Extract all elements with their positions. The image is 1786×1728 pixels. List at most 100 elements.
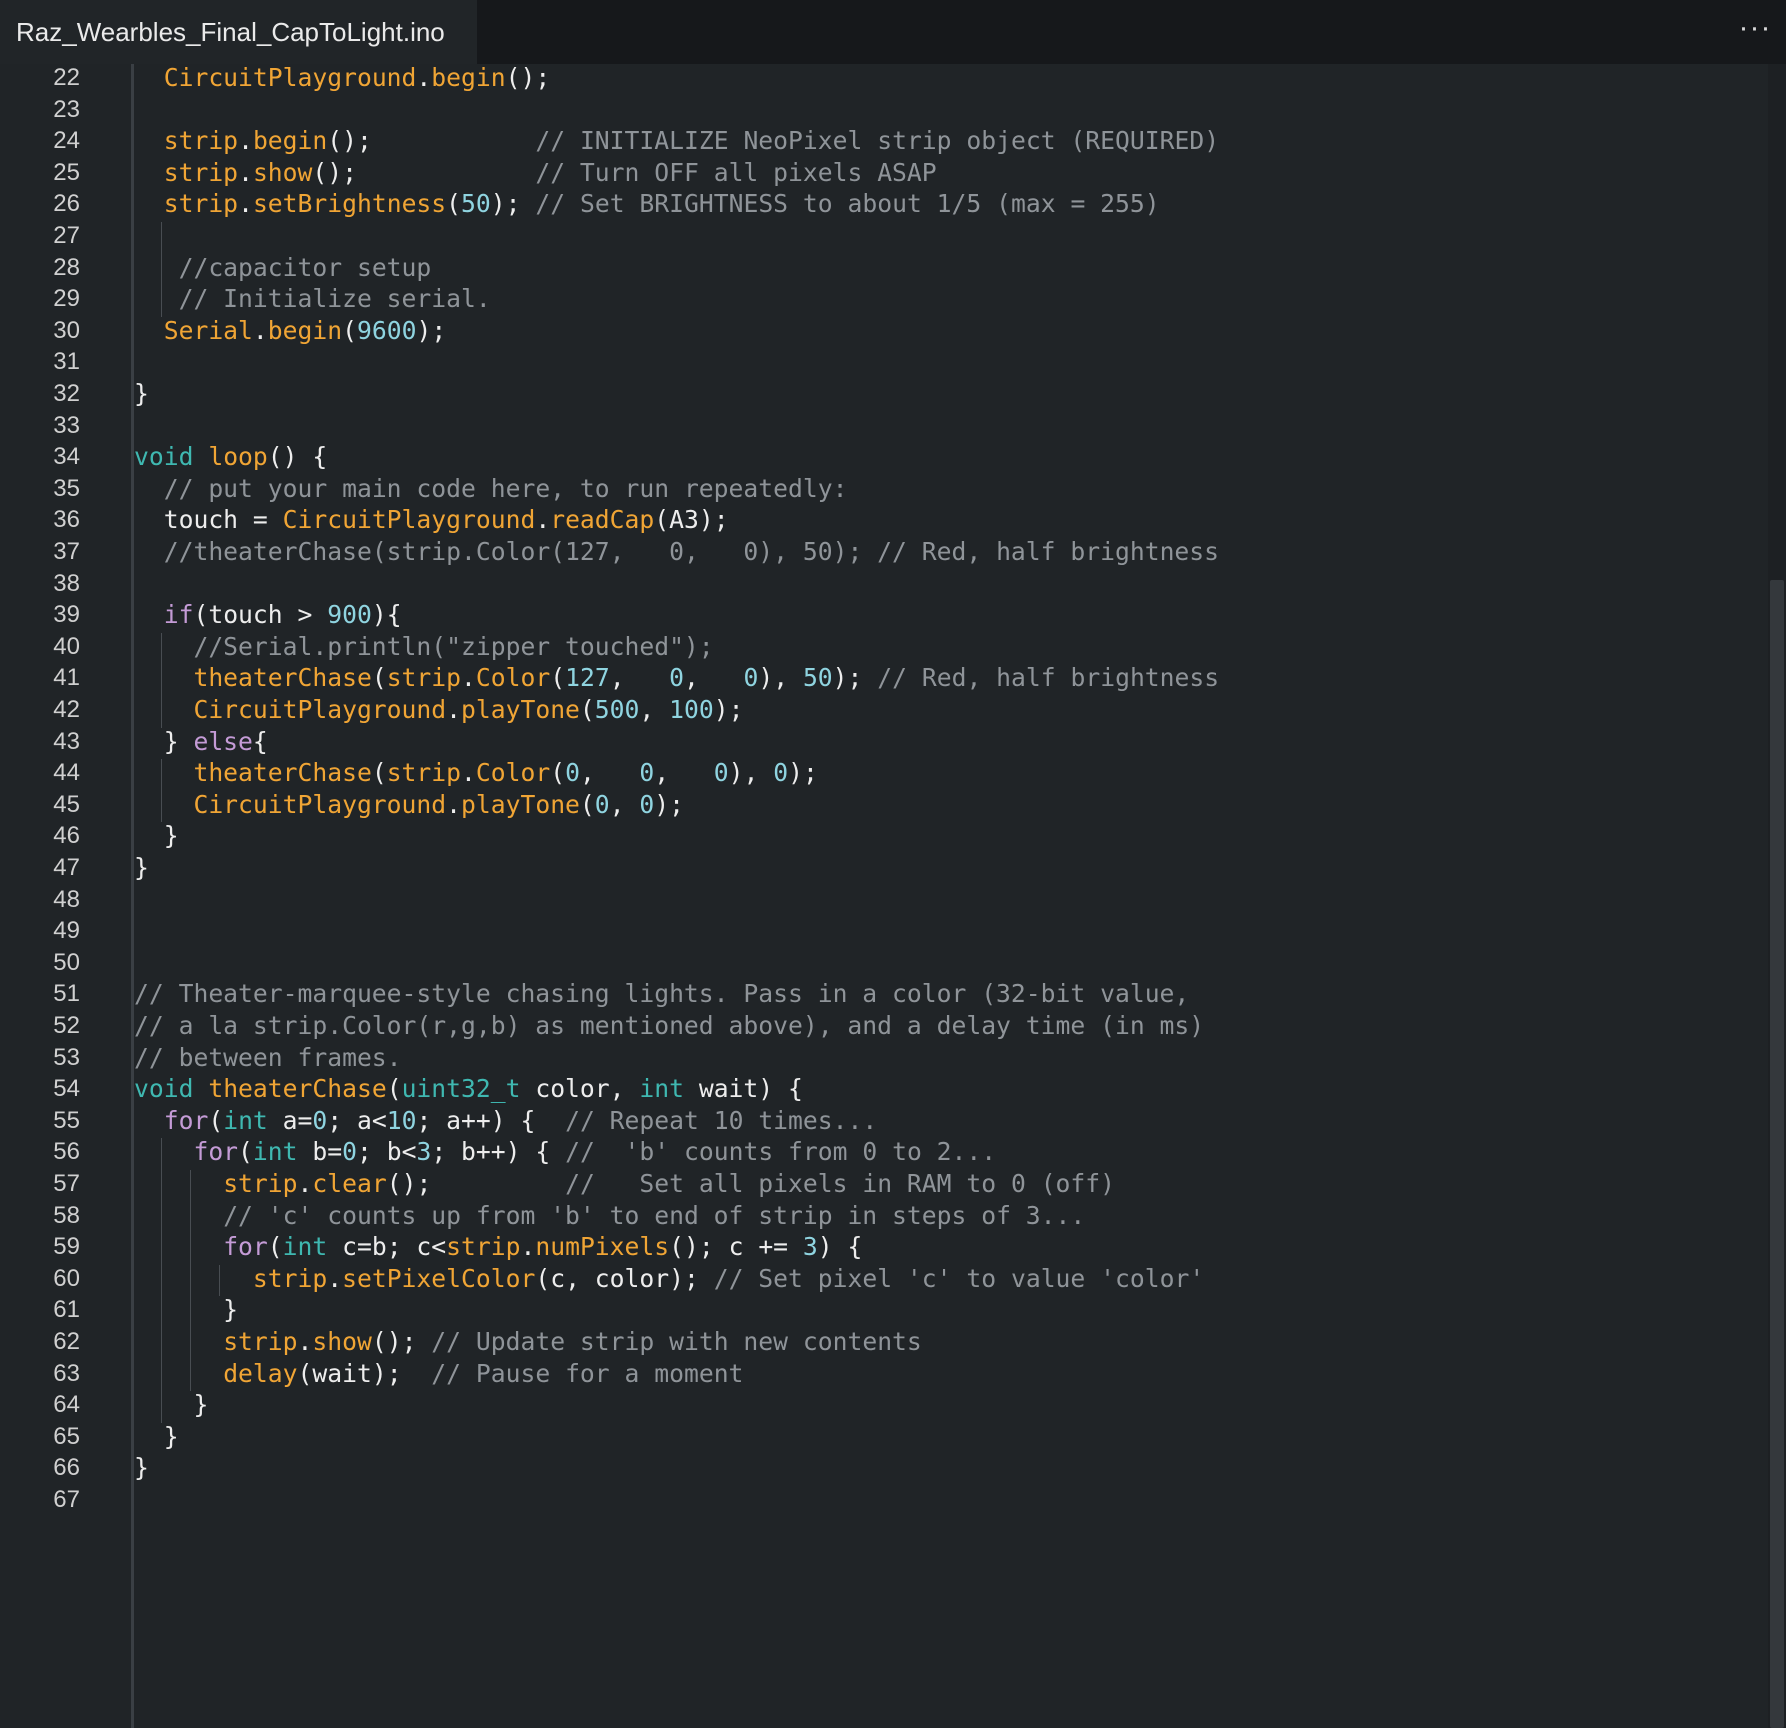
code-token: 0 <box>743 663 759 693</box>
code-token: // 'b' counts from 0 to 2... <box>565 1137 997 1167</box>
code-line: for(int c=b; c<strip.numPixels(); c += 3… <box>134 1229 862 1265</box>
code-token: ; b++) { <box>431 1137 566 1167</box>
code-token: . <box>327 1263 343 1293</box>
code-token: , <box>654 758 714 788</box>
code-token: strip <box>163 126 239 156</box>
code-token: strip <box>223 1327 298 1356</box>
code-line: } <box>134 376 149 412</box>
code-token: theaterChase <box>193 758 372 788</box>
code-line: } <box>134 818 179 854</box>
line-number: 64 <box>53 1391 80 1419</box>
code-token: 0 <box>669 663 685 693</box>
code-line: // 'c' counts up from 'b' to end of stri… <box>134 1198 1085 1234</box>
code-line: strip.show(); // Turn OFF all pixels ASA… <box>134 155 937 191</box>
code-token: ( <box>579 789 595 819</box>
code-token: ( <box>550 663 566 693</box>
code-token: ( <box>386 1074 402 1104</box>
code-line: for(int a=0; a<10; a++) { // Repeat 10 t… <box>134 1103 878 1139</box>
code-token: (); <box>386 1169 566 1198</box>
code-token: playTone <box>461 695 580 724</box>
code-token: } <box>134 821 179 851</box>
code-line: // put your main code here, to run repea… <box>134 471 848 507</box>
code-token: CircuitPlayground <box>193 789 447 819</box>
code-token: (A3); <box>654 505 729 535</box>
code-token: ( <box>267 1232 283 1262</box>
code-token: Color <box>475 663 551 693</box>
code-token: 0 <box>312 1105 328 1135</box>
code-content[interactable]: CircuitPlayground.begin(); strip.begin()… <box>134 64 1768 1728</box>
code-token: color, <box>520 1074 640 1104</box>
scrollbar-thumb[interactable] <box>1770 580 1784 1728</box>
code-token: . <box>238 157 253 187</box>
code-token: playTone <box>461 789 580 819</box>
code-token: // Turn OFF all pixels ASAP <box>535 157 937 187</box>
code-line: strip.clear(); // Set all pixels in RAM … <box>134 1166 1115 1202</box>
code-token: int <box>282 1232 328 1262</box>
code-token: //capacitor setup <box>178 252 432 282</box>
code-token: ); <box>490 189 536 219</box>
line-number: 23 <box>53 95 80 123</box>
line-number: 36 <box>53 506 80 534</box>
editor-tab[interactable]: Raz_Wearbles_Final_CapToLight.ino <box>0 0 477 64</box>
code-token: 50 <box>802 663 833 693</box>
code-token: if <box>163 600 194 630</box>
code-line: Serial.begin(9600); <box>134 313 446 349</box>
code-token: } <box>134 1421 179 1451</box>
code-line: } <box>134 1419 179 1455</box>
code-token: 0 <box>565 758 580 788</box>
line-number: 67 <box>53 1486 80 1513</box>
code-token: CircuitPlayground <box>193 695 447 724</box>
line-number: 31 <box>53 348 80 376</box>
code-token: // 'c' counts up from 'b' to end of stri… <box>223 1200 1086 1230</box>
code-editor[interactable]: 22 23 24 25 26 27 28 29 30 31 32 33 34 35 36 37 38 39 40 41… <box>0 64 1768 1728</box>
code-line: theaterChase(strip.Color(0, 0, 0), 0); <box>134 755 817 791</box>
line-number: 26 <box>53 190 80 218</box>
line-number: 46 <box>53 822 80 850</box>
code-line: touch = CircuitPlayground.readCap(A3); <box>134 502 729 538</box>
code-line: strip.begin(); // INITIALIZE NeoPixel st… <box>134 123 1219 159</box>
code-line: for(int b=0; b<3; b++) { // 'b' counts f… <box>134 1134 996 1170</box>
code-line: strip.setBrightness(50); // Set BRIGHTNE… <box>134 186 1160 222</box>
code-token: c=b; c< <box>327 1232 447 1262</box>
code-token: int <box>223 1105 268 1135</box>
code-token: 900 <box>327 600 372 630</box>
code-line: //capacitor setup <box>134 250 432 286</box>
code-line: delay(wait); // Pause for a moment <box>134 1356 743 1392</box>
line-number: 62 <box>53 1328 80 1355</box>
line-number: 29 <box>53 285 80 313</box>
line-number: 48 <box>53 885 80 913</box>
code-token: . <box>238 126 253 156</box>
code-token: 50 <box>461 189 491 219</box>
line-number: 25 <box>53 158 80 186</box>
line-number: 54 <box>53 1075 80 1103</box>
code-token: 0 <box>639 758 655 788</box>
code-token: int <box>639 1074 684 1104</box>
code-token: ( <box>446 189 462 219</box>
code-line: // a la strip.Color(r,g,b) as mentioned … <box>134 1008 1204 1044</box>
line-number: 59 <box>53 1233 80 1261</box>
more-options-icon[interactable]: ··· <box>1730 2 1780 58</box>
code-token: 0 <box>713 758 729 788</box>
indent-guide <box>161 222 162 317</box>
code-token: . <box>461 758 476 788</box>
line-number: 45 <box>53 790 80 818</box>
code-token: (); <box>371 1327 432 1356</box>
tab-bar: Raz_Wearbles_Final_CapToLight.ino ··· <box>0 0 1786 64</box>
code-token: . <box>252 315 268 345</box>
line-number: 66 <box>53 1454 80 1482</box>
code-token: // Update strip with new contents <box>431 1327 922 1356</box>
line-number: 52 <box>53 1012 80 1039</box>
code-token: wait) { <box>683 1074 803 1104</box>
code-token: ( <box>371 663 387 693</box>
code-line: } <box>134 1292 238 1328</box>
line-number: 61 <box>53 1296 80 1324</box>
code-token: loop <box>208 442 268 472</box>
